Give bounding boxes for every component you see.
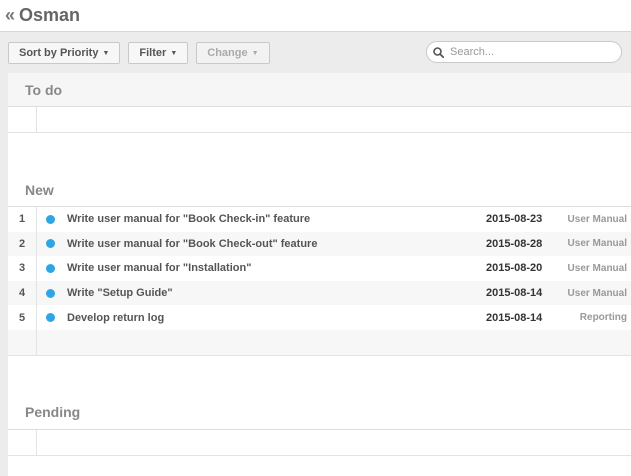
task-number: 1: [8, 207, 37, 232]
task-row[interactable]: 1 Write user manual for "Book Check-in" f…: [8, 207, 631, 232]
task-number: 5: [8, 305, 37, 330]
task-date: 2015-08-14: [486, 311, 543, 324]
task-category[interactable]: User Manual: [556, 238, 631, 249]
caret-down-icon: ▼: [251, 49, 259, 57]
task-row[interactable]: 3 Write user manual for "Installation" 201…: [8, 256, 631, 281]
task-row[interactable]: 2 Write user manual for "Book Check-out" …: [8, 231, 631, 257]
section-new-title: New: [8, 173, 631, 207]
sort-button-label: Sort by Priority: [19, 47, 99, 59]
filter-button-label: Filter: [139, 47, 167, 59]
task-date: 2015-08-28: [486, 237, 543, 250]
todo-empty-row: [8, 107, 631, 133]
task-row[interactable]: 4 Write "Setup Guide" 2015-08-14 User Manua…: [8, 280, 631, 306]
toolbar: Sort by Priority ▼ Filter ▼ Change ▼: [0, 31, 631, 74]
task-title[interactable]: Write user manual for "Book Check-in" fe…: [67, 213, 486, 225]
change-button[interactable]: Change ▼: [196, 42, 270, 64]
task-row[interactable]: 5 Develop return log 2015-08-14 Reporting: [8, 305, 631, 330]
caret-down-icon: ▼: [170, 49, 178, 57]
task-date: 2015-08-14: [486, 287, 543, 300]
task-board: To do New 1 Write user manual for "Book C…: [8, 73, 631, 476]
back-icon[interactable]: «: [5, 5, 15, 26]
task-title[interactable]: Develop return log: [67, 312, 486, 324]
task-category[interactable]: Reporting: [556, 312, 631, 323]
filter-button[interactable]: Filter ▼: [128, 42, 189, 64]
section-pending-title: Pending: [8, 396, 631, 430]
task-date: 2015-08-23: [486, 213, 543, 226]
task-title[interactable]: Write user manual for "Book Check-out" f…: [67, 238, 486, 250]
task-title[interactable]: Write user manual for "Installation": [67, 262, 486, 274]
sort-button[interactable]: Sort by Priority ▼: [8, 42, 121, 64]
status-dot-icon: [46, 288, 55, 298]
task-date: 2015-08-20: [486, 262, 543, 275]
task-category[interactable]: User Manual: [556, 288, 631, 299]
task-number: 3: [8, 256, 37, 281]
task-number: 4: [8, 280, 37, 306]
search-input[interactable]: [448, 45, 612, 59]
task-title[interactable]: Write "Setup Guide": [67, 287, 486, 299]
page-header: « Osman: [0, 0, 631, 31]
section-todo-title: To do: [8, 73, 631, 107]
page-title: Osman: [19, 5, 81, 25]
task-number: 2: [8, 231, 37, 257]
change-button-label: Change: [207, 47, 248, 59]
status-dot-icon: [46, 313, 55, 323]
task-category[interactable]: User Manual: [556, 263, 631, 274]
caret-down-icon: ▼: [102, 49, 110, 57]
task-category[interactable]: User Manual: [556, 214, 631, 225]
status-dot-icon: [46, 263, 55, 273]
new-task-list: 1 Write user manual for "Book Check-in" f…: [8, 207, 631, 330]
status-dot-icon: [46, 239, 55, 249]
pending-empty-row: [8, 429, 631, 456]
search-box[interactable]: [426, 41, 622, 63]
search-icon: [433, 46, 444, 58]
status-dot-icon: [46, 214, 55, 224]
new-empty-row: [8, 329, 631, 356]
left-gutter: [0, 73, 8, 476]
